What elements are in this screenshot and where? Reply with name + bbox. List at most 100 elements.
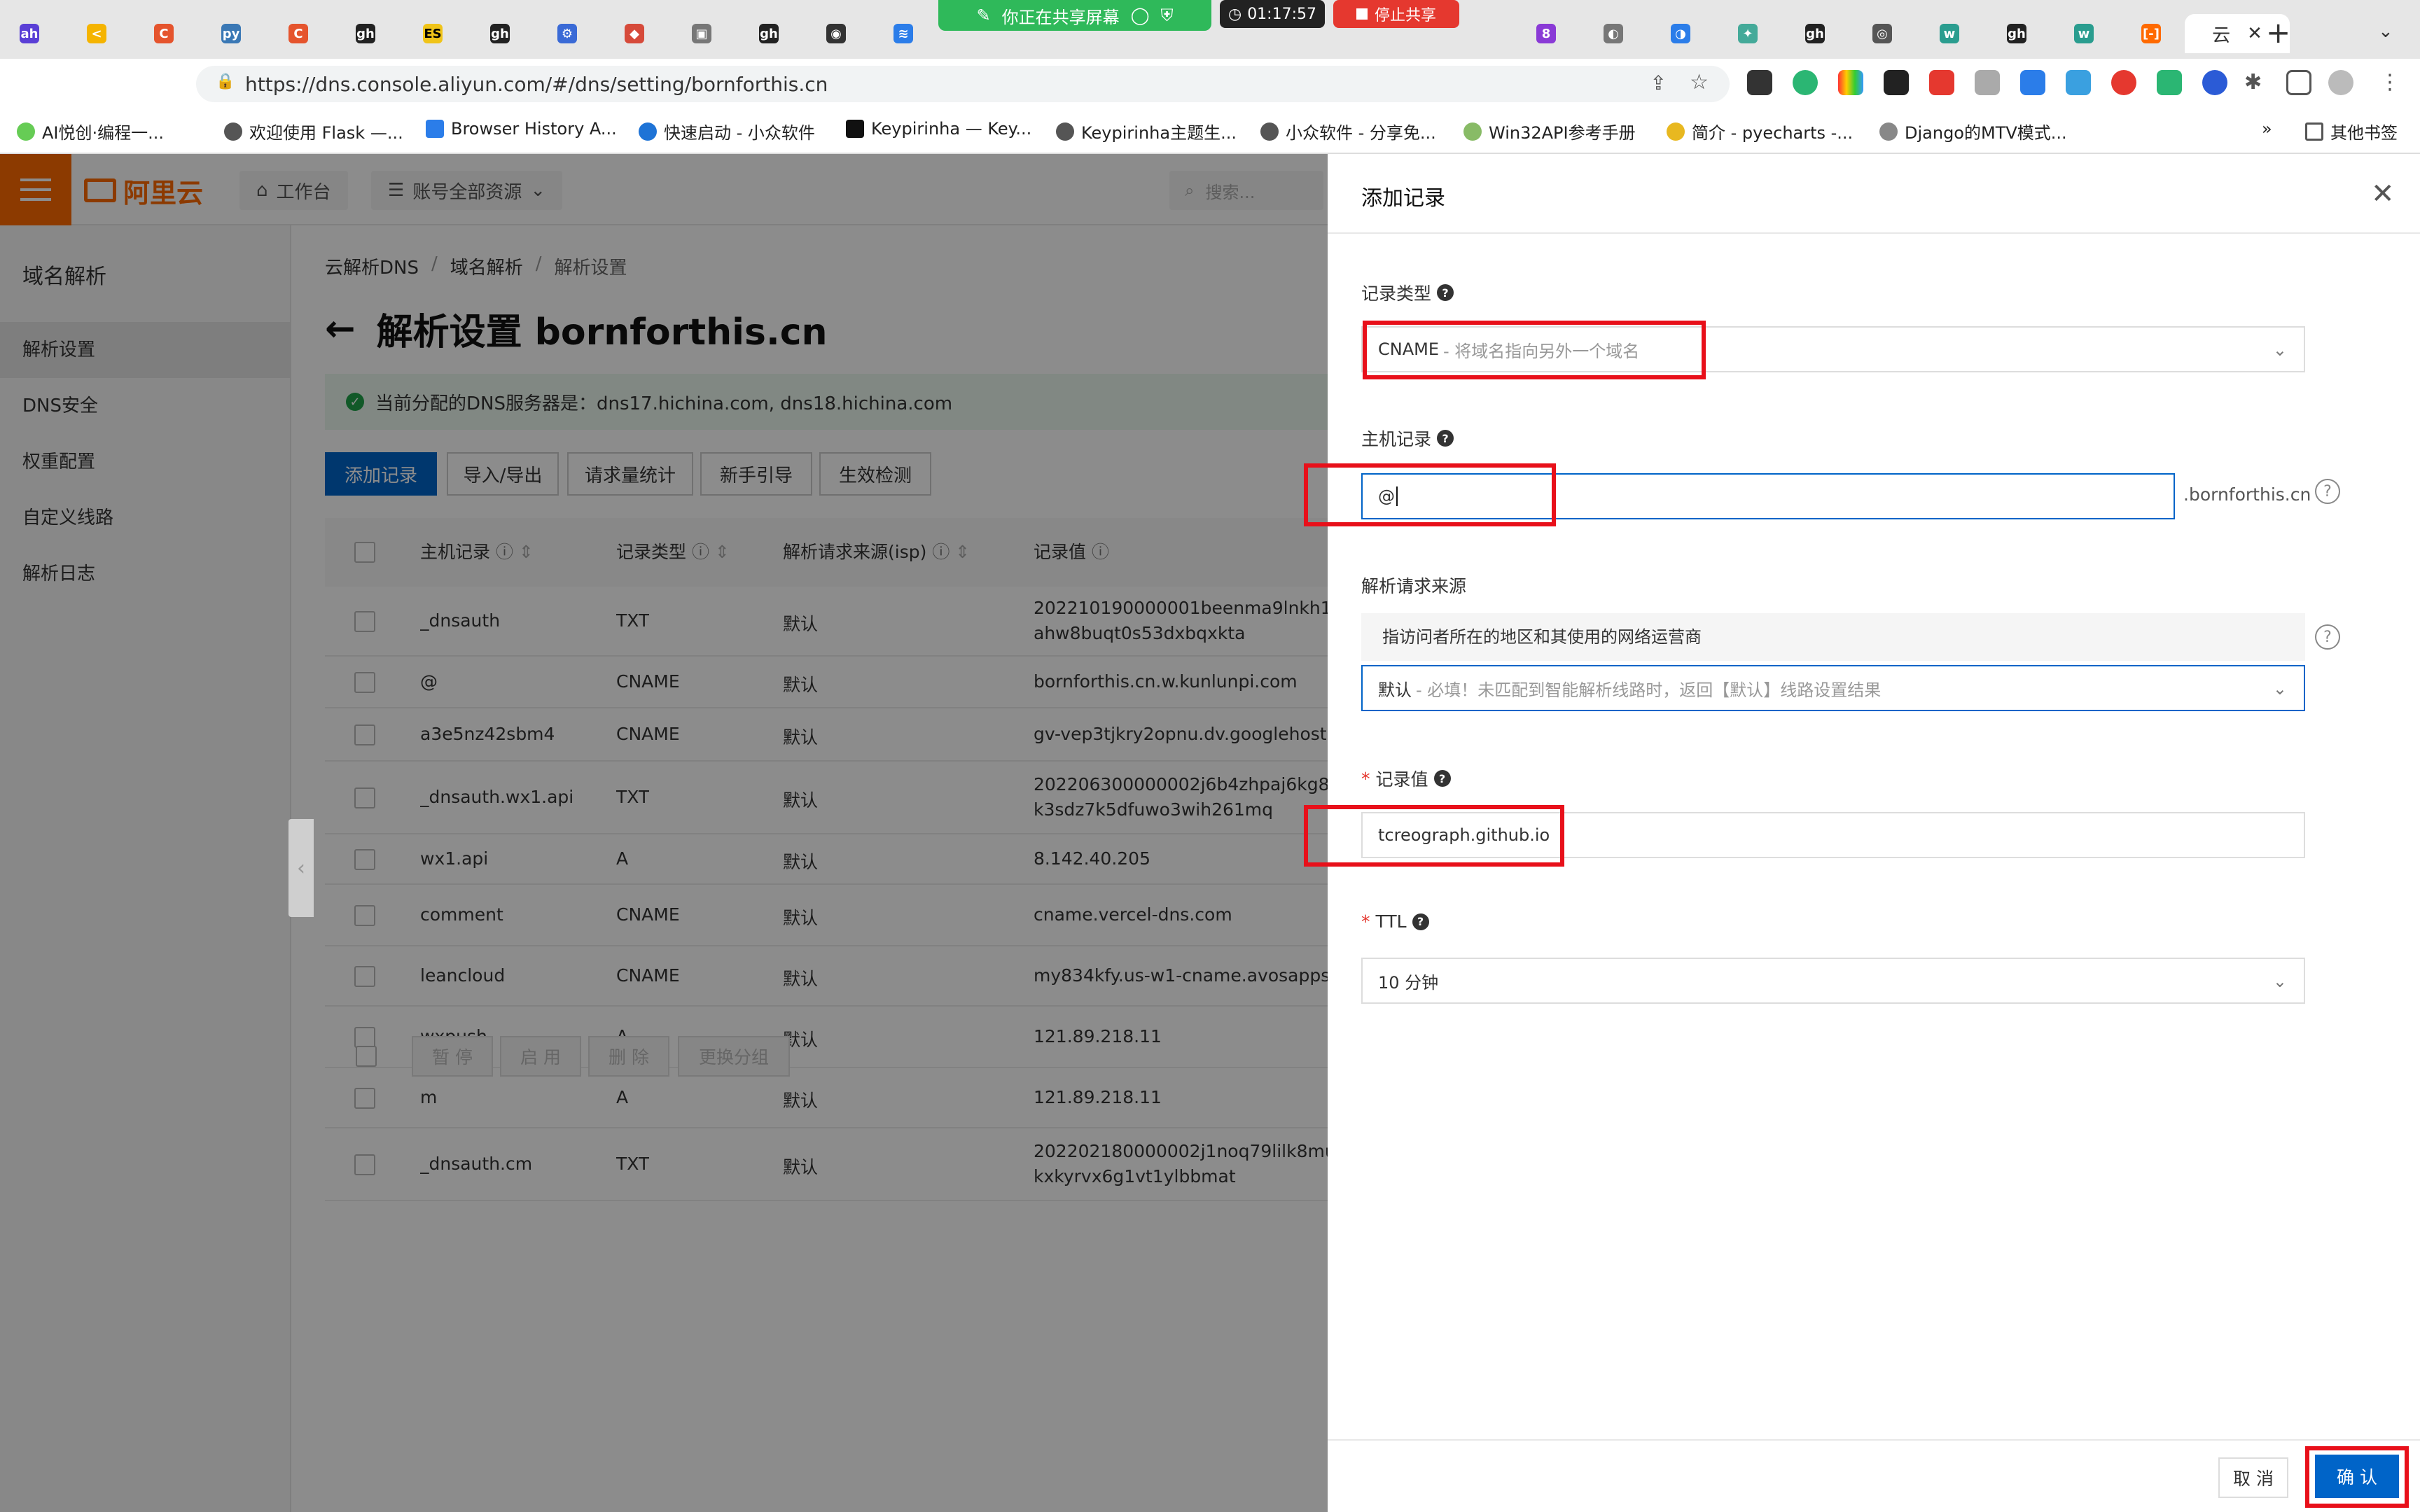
share-page-icon[interactable]: ⇪ bbox=[1650, 71, 1667, 94]
globe-icon bbox=[1056, 122, 1074, 141]
bookmark-item[interactable]: Win32API参考手册 bbox=[1463, 119, 1636, 144]
bookmark-label: 小众软件 - 分享免... bbox=[1286, 123, 1436, 143]
browser-tab[interactable]: ▣ bbox=[682, 14, 721, 53]
close-tab-icon[interactable]: ✕ bbox=[2247, 23, 2262, 44]
browser-tab[interactable]: [-] bbox=[2132, 14, 2171, 53]
other-bookmarks[interactable]: 其他书签 bbox=[2305, 119, 2398, 144]
domain-suffix: .bornforthis.cn bbox=[2183, 484, 2311, 505]
address-bar[interactable]: 🔒 https://dns.console.aliyun.com/#/dns/s… bbox=[196, 66, 1730, 102]
browser-tab[interactable]: w bbox=[1930, 14, 1969, 53]
bookmark-label: AI悦创·编程一... bbox=[42, 123, 165, 143]
extension-on-icon[interactable] bbox=[2020, 70, 2045, 95]
bookmark-item[interactable]: Keypirinha主题生... bbox=[1056, 119, 1237, 144]
ttl-select[interactable]: 10 分钟 ⌄ bbox=[1361, 958, 2305, 1004]
bookmark-label: Keypirinha — Key... bbox=[871, 119, 1032, 139]
overflow-label: » bbox=[2262, 119, 2272, 139]
extension-fe-icon[interactable] bbox=[1929, 70, 1954, 95]
share-timer: ◷ 01:17:57 bbox=[1220, 0, 1325, 28]
new-tab-icon[interactable]: + bbox=[2266, 15, 2290, 50]
lock-icon: 🔒 bbox=[216, 73, 235, 90]
bookmark-favicon-icon bbox=[1879, 122, 1898, 141]
clock-icon: ◷ bbox=[1228, 5, 1242, 23]
bookmark-label: Browser History A... bbox=[451, 119, 617, 139]
browser-tab[interactable]: w bbox=[2064, 14, 2103, 53]
isp-hint: - 必填！未匹配到智能解析线路时，返回【默认】线路设置结果 bbox=[1416, 680, 1882, 700]
browser-tab[interactable]: gh bbox=[346, 14, 385, 53]
bookmark-item[interactable]: AI悦创·编程一... bbox=[17, 119, 164, 144]
share-dot-icon: ◯ bbox=[1130, 6, 1150, 25]
browser-tab[interactable]: C bbox=[279, 14, 318, 53]
profile-avatar[interactable] bbox=[2328, 70, 2353, 95]
highlight-box bbox=[2305, 1446, 2409, 1508]
browser-tab[interactable]: C bbox=[144, 14, 183, 53]
browser-tab[interactable]: gh bbox=[1997, 14, 2036, 53]
drawer-header: 添加记录 ✕ bbox=[1328, 154, 2420, 234]
browser-tab[interactable]: ✦ bbox=[1728, 14, 1767, 53]
extension-bird-icon[interactable] bbox=[2066, 70, 2091, 95]
extension-x-icon[interactable] bbox=[1747, 70, 1772, 95]
browser-tab[interactable]: ◉ bbox=[816, 14, 856, 53]
close-icon[interactable]: ✕ bbox=[2371, 178, 2395, 210]
host-help-icon[interactable]: ? bbox=[2315, 479, 2340, 504]
help-icon[interactable]: ? bbox=[1433, 770, 1451, 787]
extension-color-icon[interactable] bbox=[1838, 70, 1863, 95]
browser-tab[interactable]: ES bbox=[413, 14, 452, 53]
extension-check-icon[interactable] bbox=[2157, 70, 2182, 95]
browser-tab[interactable]: gh bbox=[749, 14, 788, 53]
share-leaf-icon: ✎ bbox=[976, 6, 991, 25]
bookmark-item[interactable]: 欢迎使用 Flask —... bbox=[224, 119, 403, 144]
browser-tab[interactable]: ah bbox=[10, 14, 49, 53]
bookmark-item[interactable]: 快速启动 - 小众软件 bbox=[639, 119, 815, 144]
url-text: https://dns.console.aliyun.com/#/dns/set… bbox=[245, 72, 828, 96]
browser-tab[interactable]: ◆ bbox=[615, 14, 654, 53]
extension-eyes-icon[interactable] bbox=[1884, 70, 1909, 95]
browser-tab[interactable]: ≋ bbox=[884, 14, 923, 53]
bookmark-item[interactable]: Keypirinha — Key... bbox=[846, 119, 1031, 139]
collapse-sidebar-chevron-icon[interactable]: ‹ bbox=[288, 819, 314, 917]
bookmark-label: 其他书签 bbox=[2330, 123, 2398, 143]
required-mark: * bbox=[1361, 911, 1370, 932]
bookmark-favicon-icon bbox=[426, 120, 444, 138]
globe-icon bbox=[1260, 122, 1279, 141]
tab-search-chevron-icon[interactable]: ⌄ bbox=[2378, 21, 2393, 42]
bookmark-item[interactable]: Browser History A... bbox=[426, 119, 617, 139]
browser-tab[interactable]: py bbox=[211, 14, 251, 53]
bookmark-label: 简介 - pyecharts -... bbox=[1692, 123, 1854, 143]
browser-tab[interactable]: gh bbox=[480, 14, 520, 53]
browser-tab[interactable]: ⚙ bbox=[548, 14, 587, 53]
bookmark-item[interactable]: Django的MTV模式... bbox=[1879, 119, 2067, 144]
isp-label: 解析请求来源 bbox=[1361, 573, 1466, 598]
stop-sharing-button[interactable]: 停止共享 bbox=[1333, 0, 1459, 28]
record-value-label: * 记录值 ? bbox=[1361, 766, 1451, 791]
bookmarks-overflow-icon[interactable]: » bbox=[2262, 119, 2272, 139]
extensions-puzzle-icon[interactable]: ✱ bbox=[2244, 70, 2269, 95]
drawer-title: 添加记录 bbox=[1361, 186, 1445, 211]
help-icon[interactable]: ? bbox=[1412, 913, 1429, 930]
help-icon[interactable]: ? bbox=[1437, 430, 1454, 447]
extension-triangle-icon[interactable] bbox=[2202, 70, 2227, 95]
isp-label-text: 解析请求来源 bbox=[1361, 576, 1467, 596]
drop-icon bbox=[639, 122, 657, 141]
help-icon[interactable]: ? bbox=[1437, 284, 1454, 301]
extension-camera-icon[interactable] bbox=[1975, 70, 2000, 95]
extension-stop-icon[interactable] bbox=[2111, 70, 2136, 95]
browser-menu-icon[interactable]: ⋮ bbox=[2377, 70, 2402, 95]
isp-help-icon[interactable]: ? bbox=[2315, 624, 2340, 650]
browser-tab[interactable]: ◎ bbox=[1863, 14, 1902, 53]
browser-tab[interactable]: ◐ bbox=[1594, 14, 1633, 53]
browser-tab[interactable]: 8 bbox=[1527, 14, 1566, 53]
bookmark-star-icon[interactable]: ☆ bbox=[1690, 70, 1709, 94]
cancel-button[interactable]: 取 消 bbox=[2218, 1457, 2288, 1498]
browser-tab[interactable]: < bbox=[77, 14, 116, 53]
bookmark-item[interactable]: 小众软件 - 分享免... bbox=[1260, 119, 1436, 144]
required-mark: * bbox=[1361, 768, 1370, 789]
ttl-label-text: TTL bbox=[1375, 911, 1407, 932]
isp-select[interactable]: 默认 - 必填！未匹配到智能解析线路时，返回【默认】线路设置结果 ⌄ bbox=[1361, 665, 2305, 711]
side-panel-icon[interactable] bbox=[2286, 70, 2311, 95]
modal-overlay[interactable] bbox=[0, 154, 1328, 1512]
browser-tab[interactable]: ◑ bbox=[1661, 14, 1700, 53]
extension-n-icon[interactable] bbox=[1793, 70, 1818, 95]
browser-tab[interactable]: gh bbox=[1795, 14, 1835, 53]
k-icon bbox=[846, 120, 864, 138]
bookmark-item[interactable]: 简介 - pyecharts -... bbox=[1667, 119, 1853, 144]
